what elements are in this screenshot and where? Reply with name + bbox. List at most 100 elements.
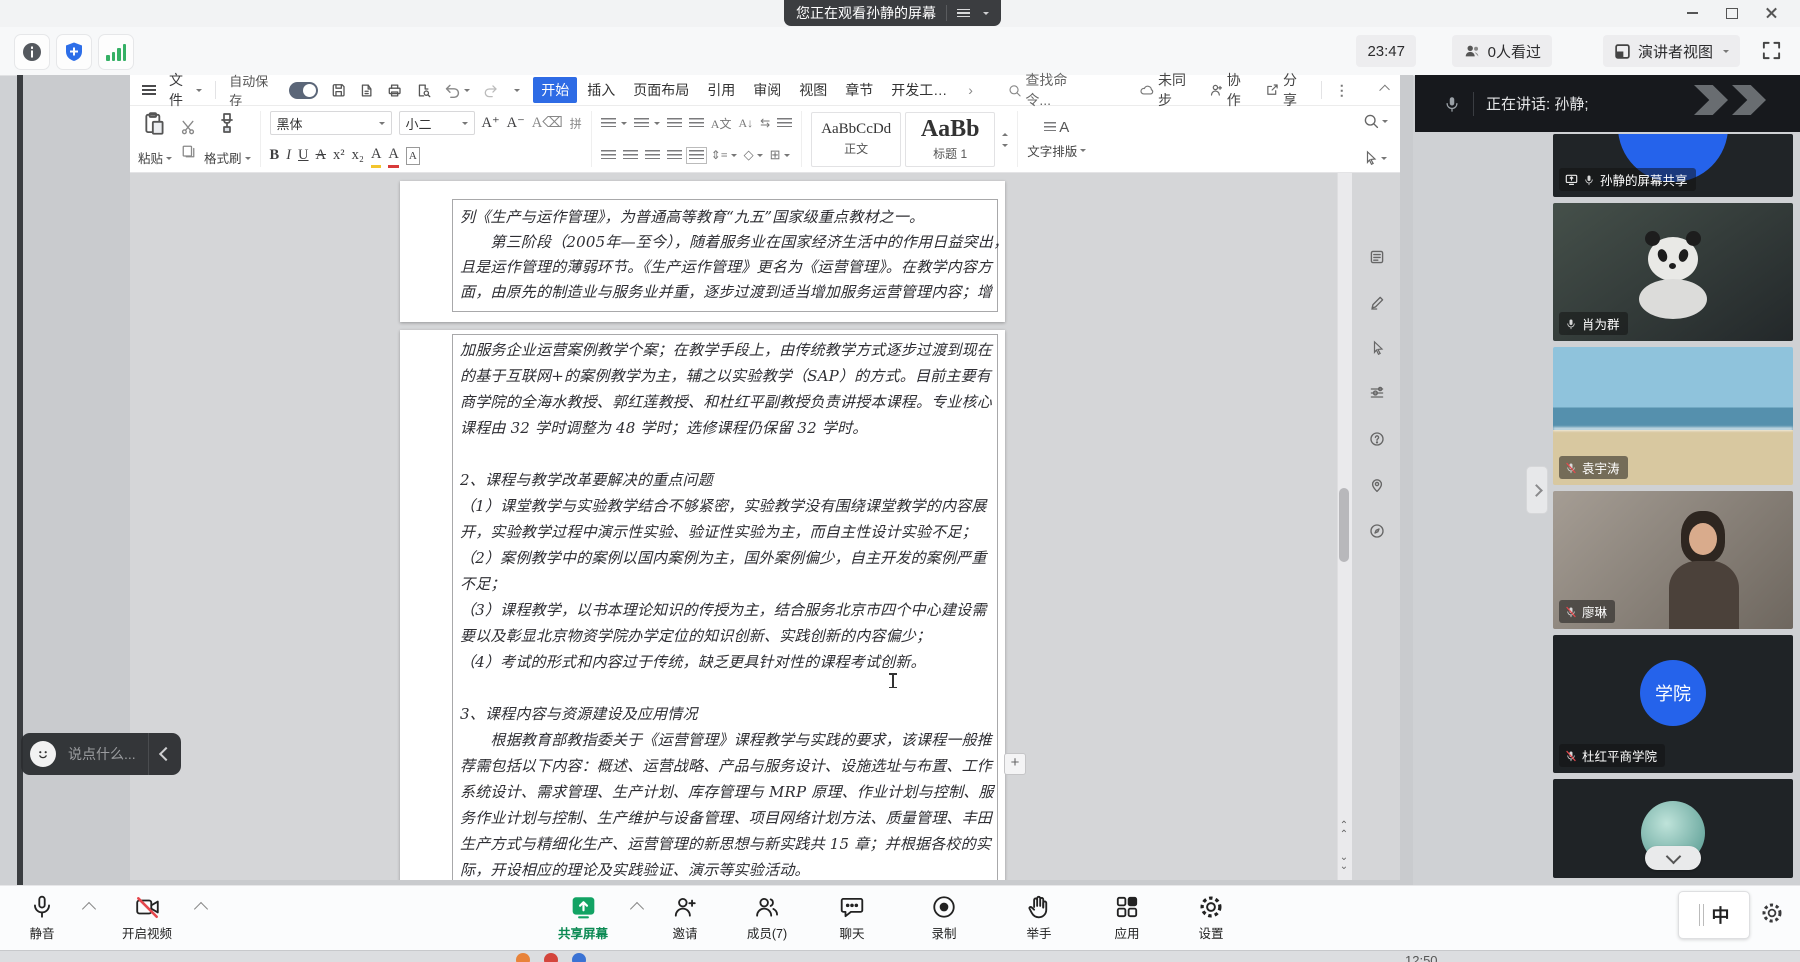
style-heading1[interactable]: AaBb 标题 1: [905, 112, 995, 167]
find-replace-button[interactable]: [1363, 113, 1388, 129]
save-icon[interactable]: [331, 82, 346, 99]
ribbon-tab[interactable]: 视图: [791, 77, 835, 103]
document-text-line[interactable]: （4）考试的形式和内容过于传统，缺乏更具针对性的课程考试创新。: [460, 649, 1005, 675]
video-options-caret[interactable]: [194, 902, 208, 916]
font-color-button[interactable]: A: [388, 143, 398, 168]
numbered-list-button[interactable]: [634, 118, 660, 129]
document-text-line[interactable]: 3、课程内容与资源建设及应用情况: [460, 701, 1005, 727]
undo-button[interactable]: [444, 82, 470, 99]
ruler-icon[interactable]: [777, 118, 792, 129]
document-text-line[interactable]: 根据教育部教指委关于《运营管理》课程教学与实践的要求，该课程一般推: [460, 727, 1005, 753]
decrease-indent-icon[interactable]: [667, 118, 682, 129]
participant-tile[interactable]: 廖琳: [1553, 491, 1793, 629]
distribute-icon[interactable]: [689, 150, 704, 161]
document-text-line[interactable]: 不足；: [460, 571, 1005, 597]
ribbon-tab[interactable]: 开始: [533, 77, 577, 103]
participant-tile-screen-share[interactable]: 孙静的屏幕共享: [1553, 134, 1793, 197]
document-text-line[interactable]: 商学院的全海水教授、郭红莲教授、和杜红平副教授负责讲授本课程。专业核心: [460, 389, 1005, 415]
strikethrough-button[interactable]: A: [316, 145, 326, 167]
ime-indicator[interactable]: 中: [1678, 891, 1750, 939]
phonetic-guide-icon[interactable]: 拼: [570, 112, 582, 134]
ime-settings-button[interactable]: [1760, 901, 1784, 930]
document-text-line[interactable]: （1）课堂教学与实验教学结合不够紧密，实验教学没有围绕课堂教学的内容展: [460, 493, 1005, 519]
select-cursor-icon[interactable]: [1362, 335, 1392, 359]
sort-icon[interactable]: A↓: [738, 112, 753, 134]
shading-button[interactable]: ◇: [744, 144, 763, 166]
document-text-line[interactable]: [460, 441, 1005, 467]
emoji-icon[interactable]: [30, 741, 56, 767]
ribbon-tab[interactable]: 开发工…: [883, 77, 955, 103]
help-icon[interactable]: [1362, 427, 1392, 451]
font-name-select[interactable]: 黑体: [270, 111, 392, 135]
fullscreen-button[interactable]: [1761, 40, 1782, 66]
align-right-icon[interactable]: [645, 150, 660, 161]
document-text-line[interactable]: 列《生产与运作管理》，为普通高等教育“九五”国家级重点教材之一。: [460, 205, 1005, 230]
italic-button[interactable]: I: [286, 145, 291, 167]
styles-scroll-down-icon[interactable]: [1002, 144, 1008, 150]
view-mode-selector[interactable]: 演讲者视图: [1603, 35, 1740, 67]
align-center-icon[interactable]: [623, 150, 638, 161]
print-preview-icon[interactable]: [416, 82, 431, 99]
minimize-button[interactable]: [1672, 0, 1712, 26]
align-justify-icon[interactable]: [667, 150, 682, 161]
ribbon-tab[interactable]: 审阅: [745, 77, 789, 103]
raise-hand-button[interactable]: 举手: [1026, 894, 1052, 942]
select-tool-button[interactable]: [1363, 150, 1388, 165]
ribbon-tab[interactable]: 章节: [837, 77, 881, 103]
navigation-compass-icon[interactable]: [1362, 519, 1392, 543]
hamburger-menu-icon[interactable]: [142, 82, 156, 97]
ribbon-tab[interactable]: 页面布局: [625, 77, 697, 103]
settings-button[interactable]: 设置: [1198, 894, 1224, 942]
collapse-ribbon-icon[interactable]: [1379, 85, 1390, 96]
ribbon-tab[interactable]: 引用: [699, 77, 743, 103]
styles-scroll-up-icon[interactable]: [1002, 130, 1008, 136]
position-pin-icon[interactable]: [1362, 473, 1392, 497]
ribbon-tab[interactable]: 插入: [579, 77, 623, 103]
document-text-line[interactable]: 加服务企业运营案例教学个案；在教学手段上，由传统教学方式逐步过渡到现在: [460, 337, 1005, 363]
viewers-button[interactable]: 0人看过: [1452, 35, 1552, 67]
document-text-line[interactable]: 2、课程与教学改革要解决的重点问题: [460, 467, 1005, 493]
format-painter-button[interactable]: 格式刷: [204, 111, 251, 167]
autosave-toggle[interactable]: [289, 82, 318, 99]
line-spacing-button[interactable]: ⇕≡: [711, 144, 737, 166]
collapse-chat-button[interactable]: [149, 733, 181, 775]
document-text-line[interactable]: 且是运作管理的薄弱环节。《生产运作管理》更名为《运营管理》。在教学内容方: [460, 255, 1005, 280]
sync-status[interactable]: 未同步: [1139, 70, 1196, 110]
mute-button[interactable]: 静音: [29, 894, 55, 942]
superscript-button[interactable]: x²: [333, 145, 345, 167]
share-screen-button[interactable]: 共享屏幕: [558, 894, 608, 942]
document-text-line[interactable]: （2）案例教学中的案例以国内案例为主，国外案例偏少，自主开发的案例严重: [460, 545, 1005, 571]
start-video-button[interactable]: 开启视频: [122, 894, 172, 942]
copy-icon[interactable]: [181, 144, 196, 159]
sidebar-collapse-handle[interactable]: [1526, 466, 1548, 514]
meeting-security-button[interactable]: [56, 34, 92, 70]
file-menu[interactable]: 文件: [169, 70, 202, 110]
document-text-line[interactable]: 第三阶段（2005年—至今），随着服务业在国家经济生活中的作用日益突出，: [460, 230, 1005, 255]
document-text-line[interactable]: [460, 675, 1005, 701]
more-options-icon[interactable]: ⋮: [1335, 82, 1350, 99]
document-page-1[interactable]: 列《生产与运作管理》，为普通高等教育“九五”国家级重点教材之一。 第三阶段（20…: [400, 181, 1005, 322]
more-quick-actions-icon[interactable]: [514, 89, 520, 95]
bullet-list-button[interactable]: [601, 118, 627, 129]
document-page-2[interactable]: 加服务企业运营案例教学个案；在教学手段上，由传统教学方式逐步过渡到现在的基于互联…: [400, 330, 1005, 880]
edit-pen-icon[interactable]: [1362, 291, 1392, 315]
previous-page-button[interactable]: ⌃⌃: [1336, 821, 1352, 839]
export-pdf-icon[interactable]: [359, 82, 374, 99]
bold-button[interactable]: B: [270, 145, 280, 167]
mic-options-caret[interactable]: [82, 902, 96, 916]
align-left-icon[interactable]: [601, 150, 616, 161]
document-text-line[interactable]: 的基于互联网+的案例教学为主，辅之以实验教学（SAP）的方式。目前主要有: [460, 363, 1005, 389]
document-text-line[interactable]: 要以及彰显北京物资学院办学定位的知识创新、实践创新的内容偏少；: [460, 623, 1005, 649]
collaborate-button[interactable]: 协作: [1209, 70, 1252, 110]
participant-tile[interactable]: 袁宇涛: [1553, 347, 1793, 485]
increase-indent-icon[interactable]: [689, 118, 704, 129]
participant-tile[interactable]: 肖为群: [1553, 203, 1793, 341]
char-scale-icon[interactable]: ⇆: [760, 112, 770, 134]
chat-button[interactable]: 聊天: [839, 894, 865, 942]
character-border-button[interactable]: A: [406, 147, 420, 165]
members-button[interactable]: 成员(7): [747, 894, 787, 942]
adjust-slider-icon[interactable]: [1362, 381, 1392, 405]
apps-button[interactable]: 应用: [1114, 894, 1140, 942]
redo-icon[interactable]: [483, 82, 498, 99]
next-page-button[interactable]: ⌄⌄: [1336, 853, 1352, 871]
